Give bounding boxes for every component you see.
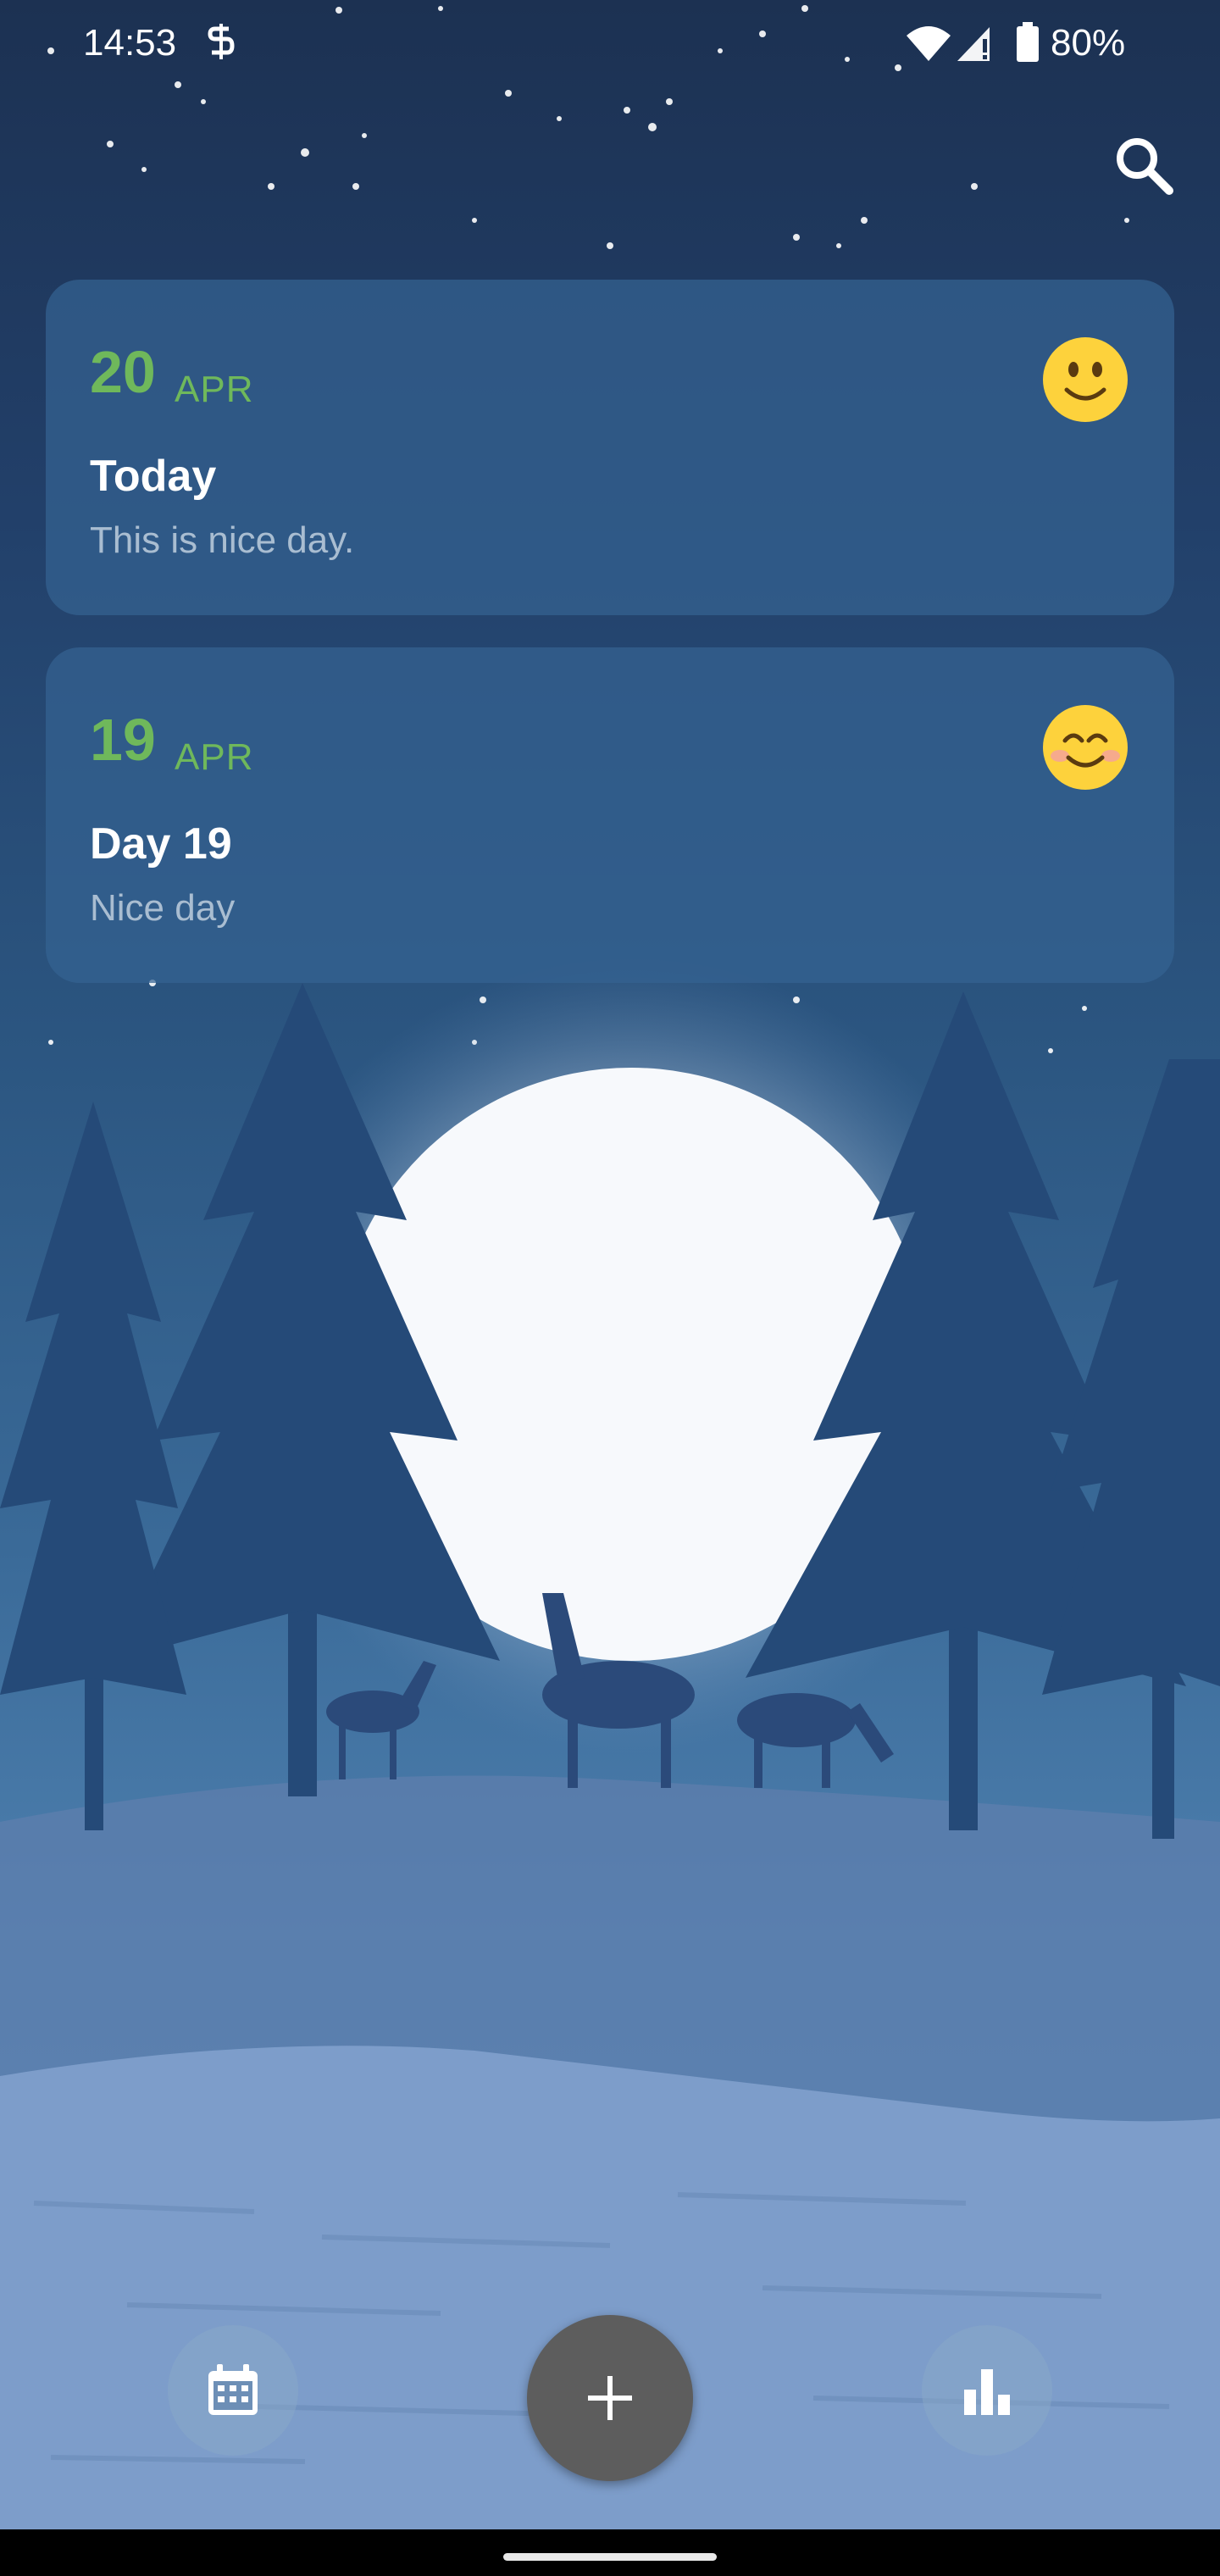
- slightly-smiling-face-icon: [1043, 337, 1128, 422]
- wifi-icon: [907, 26, 951, 61]
- app-notification-icon: [208, 24, 235, 59]
- app-screen: 14:53 80% 20 APR Today This is nice day.: [0, 0, 1220, 2576]
- search-button[interactable]: [1110, 131, 1178, 199]
- entry-day: 19: [90, 707, 156, 773]
- entry-body: Nice day: [90, 887, 236, 929]
- entry-month: APR: [175, 736, 254, 778]
- diary-entry-card[interactable]: 20 APR Today This is nice day.: [46, 280, 1174, 615]
- entry-title: Today: [90, 452, 217, 501]
- status-bar: 14:53 80%: [0, 0, 1220, 85]
- home-gesture-handle[interactable]: [503, 2553, 717, 2561]
- battery-icon: [1017, 22, 1039, 62]
- diary-entry-card[interactable]: 19 APR Day 19 Nice day: [46, 647, 1174, 983]
- search-icon: [1117, 138, 1173, 195]
- entry-day: 20: [90, 339, 156, 405]
- bar-chart-icon: [964, 2369, 1010, 2415]
- entry-month: APR: [175, 369, 254, 410]
- add-entry-button[interactable]: [527, 2315, 693, 2481]
- status-time: 14:53: [83, 22, 177, 64]
- battery-percentage: 80%: [1051, 22, 1126, 64]
- entry-title: Day 19: [90, 819, 232, 869]
- smiling-face-with-smiling-eyes-icon: [1043, 705, 1128, 790]
- entry-body: This is nice day.: [90, 519, 355, 561]
- signal-icon: [957, 27, 990, 61]
- calendar-button[interactable]: [168, 2325, 298, 2456]
- statistics-button[interactable]: [922, 2325, 1052, 2456]
- plus-icon: [588, 2376, 632, 2420]
- calendar-icon: [208, 2364, 258, 2415]
